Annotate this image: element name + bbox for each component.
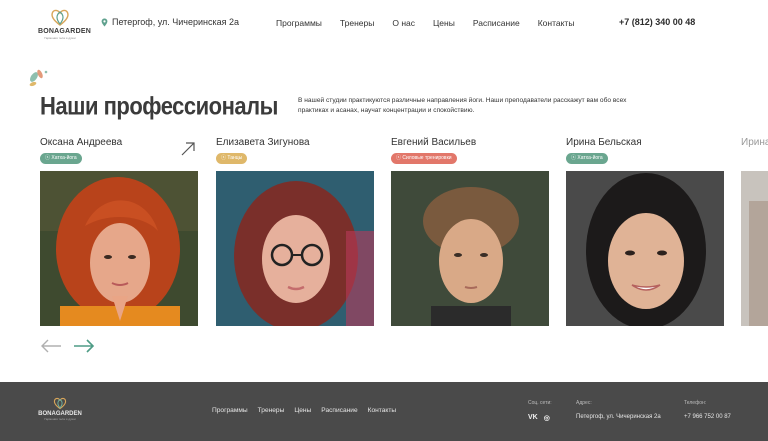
trainer-tag-label: Танцы [227,155,243,161]
logo-name: BONAGARDEN [38,28,91,35]
footer-address: Петергоф, ул. Чичеринская 2а [576,414,661,420]
trainer-card[interactable]: Оксана Андреева ⓢ Хатха-йога [40,137,200,326]
header-phone[interactable]: +7 (812) 340 00 48 [619,17,695,27]
nav-item-contacts[interactable]: Контакты [538,18,575,28]
trainer-name: Евгений Васильев [391,137,477,148]
footer-social-label: Соц. сети: [528,400,552,406]
arrow-right-icon[interactable] [73,339,95,353]
logo-heart-icon [53,397,67,410]
trainer-tag-label: Силовые тренировки [402,155,452,161]
footer-nav-programs[interactable]: Программы [212,407,248,414]
footer-address-label: Адрес: [576,400,592,406]
trainer-photo [216,171,374,326]
footer-logo-tagline: Гармония тела и души [44,417,76,421]
trainer-card[interactable]: Ирина Бельская ⓢ Хатха-йога [566,137,726,326]
trainer-tag: ⓢ Силовые тренировки [391,153,457,164]
arrow-left-icon[interactable] [40,339,62,353]
trainer-photo [391,171,549,326]
trainer-tag: ⓢ Хатха-йога [566,153,608,164]
footer-phone[interactable]: +7 966 752 00 87 [684,414,731,420]
section-description: В нашей студии практикуются различные на… [298,97,627,114]
site-footer: BONAGARDEN Гармония тела и души Программ… [0,382,768,441]
trainer-photo [566,171,724,326]
main-nav: Программы Тренеры О нас Цены Расписание … [276,18,574,28]
footer-nav-schedule[interactable]: Расписание [321,407,357,414]
footer-nav-trainers[interactable]: Тренеры [258,407,285,414]
trainer-photo [741,171,768,326]
nav-item-schedule[interactable]: Расписание [473,18,520,28]
footer-nav-contacts[interactable]: Контакты [368,407,396,414]
trainer-tag: ⓢ Танцы [216,153,248,164]
instagram-icon[interactable]: ◎ [544,414,550,422]
trainer-tag-label: Хатха-йога [51,155,77,161]
footer-nav-prices[interactable]: Цены [294,407,311,414]
trainer-tag: ⓢ Хатха-йога [40,153,82,164]
nav-item-prices[interactable]: Цены [433,18,455,28]
footer-social: VK ◎ [528,414,550,422]
trainer-tag-label: Хатха-йога [577,155,603,161]
header-address-text: Петергоф, ул. Чичеринская 2а [112,17,240,27]
logo-heart-icon [51,9,69,26]
nav-item-about[interactable]: О нас [392,18,415,28]
trainer-name: Ирина Бельская [566,137,642,148]
section-title: Наши профессионалы [40,92,278,120]
trainer-card[interactable]: Евгений Васильев ⓢ Силовые тренировки [391,137,551,326]
nav-item-trainers[interactable]: Тренеры [340,18,374,28]
site-header: BONAGARDEN Гармония тела и души Петергоф… [0,0,768,48]
location-pin-icon [101,18,108,26]
trainer-name: Ирина [741,137,768,148]
trainer-card[interactable]: Ирина [741,137,768,326]
header-address: Петергоф, ул. Чичеринская 2а [101,17,239,27]
logo-tagline: Гармония тела и души [44,36,76,40]
nav-item-programs[interactable]: Программы [276,18,322,28]
footer-nav: Программы Тренеры Цены Расписание Контак… [212,407,396,414]
footer-phone-label: Телефон: [684,400,707,406]
trainer-card[interactable]: Елизавета Зигунова ⓢ Танцы [216,137,376,326]
trainer-name: Елизавета Зигунова [216,137,310,148]
logo[interactable]: BONAGARDEN Гармония тела и души [38,7,91,43]
trainer-photo [40,171,198,326]
trainer-name: Оксана Андреева [40,137,123,148]
vk-icon[interactable]: VK [528,414,538,422]
footer-logo[interactable]: BONAGARDEN Гармония тела и души [38,396,82,421]
leaves-decoration-icon [29,69,48,87]
